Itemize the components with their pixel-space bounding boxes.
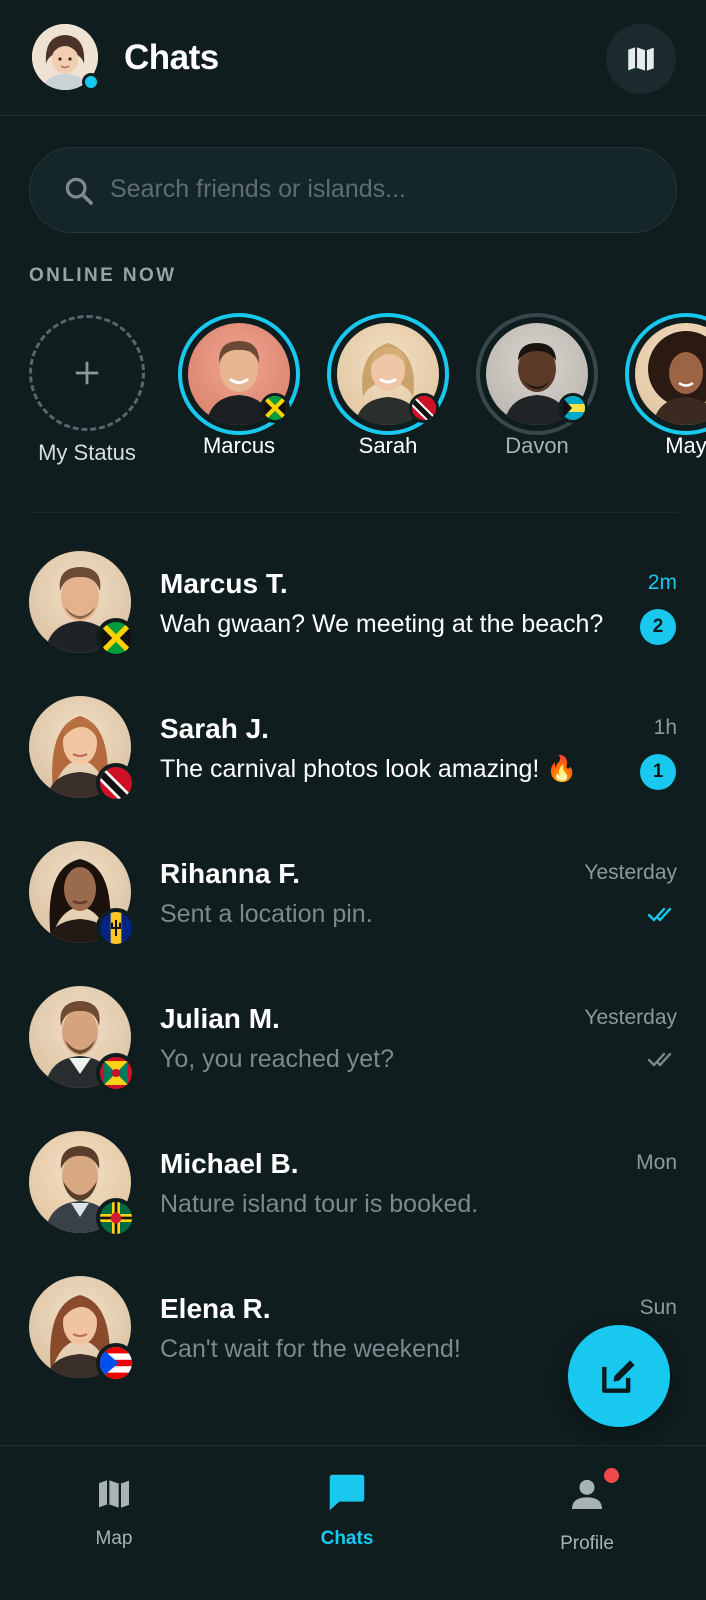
chat-time: Mon xyxy=(636,1151,677,1174)
double-check-icon xyxy=(648,1052,672,1067)
chat-time: 1h xyxy=(653,716,677,739)
chat-name: Marcus T. xyxy=(160,568,288,599)
flag-jamaica-icon xyxy=(96,618,136,658)
person-icon xyxy=(572,1479,602,1509)
chat-time: Yesterday xyxy=(584,861,677,884)
story-sarah[interactable]: Sarah xyxy=(313,305,453,475)
plus-icon xyxy=(75,361,99,385)
notification-dot xyxy=(604,1468,619,1483)
chat-name: Rihanna F. xyxy=(160,858,301,889)
section-divider xyxy=(29,512,677,513)
compose-button[interactable] xyxy=(568,1325,670,1427)
flag-grenada-icon xyxy=(96,1053,136,1093)
story-name: Marcus xyxy=(202,433,276,458)
my-status-label: My Status xyxy=(38,440,136,465)
nav-profile-label: Profile xyxy=(560,1533,614,1554)
chat-preview: Can't wait for the weekend! xyxy=(160,1335,461,1363)
chat-bubble-icon xyxy=(329,1474,365,1511)
story-davon[interactable]: Davon xyxy=(462,305,602,475)
flag-trinidad-icon xyxy=(96,763,136,803)
chat-name: Julian M. xyxy=(160,1003,280,1034)
app-header: Chats xyxy=(0,0,706,116)
chat-time: Sun xyxy=(639,1296,677,1319)
flag-dominica-icon xyxy=(96,1198,136,1238)
flag-trinidad-icon xyxy=(409,393,439,423)
chat-time: Yesterday xyxy=(584,1006,677,1029)
nav-chats[interactable]: Chats xyxy=(272,1446,422,1576)
unread-badge: 2 xyxy=(640,609,676,645)
chat-preview: Sent a location pin. xyxy=(160,900,373,928)
nav-profile[interactable]: Profile xyxy=(512,1446,662,1576)
chat-row-marcus[interactable]: Marcus T. Wah gwaan? We meeting at the b… xyxy=(0,551,706,681)
story-name: May xyxy=(665,433,706,458)
online-status-dot xyxy=(82,73,100,91)
map-icon xyxy=(628,46,654,72)
search-icon xyxy=(65,177,93,205)
chat-time: 2m xyxy=(647,571,677,594)
chat-preview: The carnival photos look amazing! 🔥 xyxy=(160,755,578,783)
nav-map[interactable]: Map xyxy=(39,1446,189,1576)
story-may[interactable]: May xyxy=(611,305,706,475)
search-bar[interactable] xyxy=(29,147,677,233)
bottom-navigation: Map Chats Profile xyxy=(0,1445,706,1600)
chat-preview: Wah gwaan? We meeting at the beach? xyxy=(160,610,604,638)
chat-row-rihanna[interactable]: Rihanna F. Sent a location pin. Yesterda… xyxy=(0,841,706,971)
compose-icon xyxy=(602,1360,635,1393)
nav-map-label: Map xyxy=(95,1528,133,1549)
unread-badge: 1 xyxy=(640,754,676,790)
chat-name: Michael B. xyxy=(160,1148,299,1179)
online-stories-row[interactable]: My Status Marcus Sarah Davon May xyxy=(0,305,706,475)
story-name: Davon xyxy=(505,433,569,458)
my-status-story[interactable]: My Status xyxy=(0,305,145,475)
chat-row-michael[interactable]: Michael B. Nature island tour is booked.… xyxy=(0,1131,706,1261)
chat-row-julian[interactable]: Julian M. Yo, you reached yet? Yesterday xyxy=(0,986,706,1116)
add-status-button[interactable] xyxy=(29,315,145,431)
chat-preview: Nature island tour is booked. xyxy=(160,1190,479,1218)
map-button[interactable] xyxy=(606,24,676,94)
map-icon xyxy=(99,1479,129,1509)
online-now-label: ONLINE NOW xyxy=(29,265,177,286)
flag-jamaica-icon xyxy=(260,393,290,423)
page-title: Chats xyxy=(124,38,219,77)
flag-bahamas-icon xyxy=(558,393,588,423)
double-check-icon xyxy=(648,907,672,922)
flag-barbados-icon xyxy=(96,908,136,948)
flag-puerto-rico-icon xyxy=(96,1343,136,1383)
story-name: Sarah xyxy=(358,433,418,458)
story-marcus[interactable]: Marcus xyxy=(164,305,304,475)
search-input[interactable] xyxy=(110,148,650,231)
chat-name: Elena R. xyxy=(160,1293,271,1324)
chat-name: Sarah J. xyxy=(160,713,269,744)
chat-preview: Yo, you reached yet? xyxy=(160,1045,394,1073)
nav-chats-label: Chats xyxy=(320,1528,374,1549)
chat-row-sarah[interactable]: Sarah J. The carnival photos look amazin… xyxy=(0,696,706,826)
